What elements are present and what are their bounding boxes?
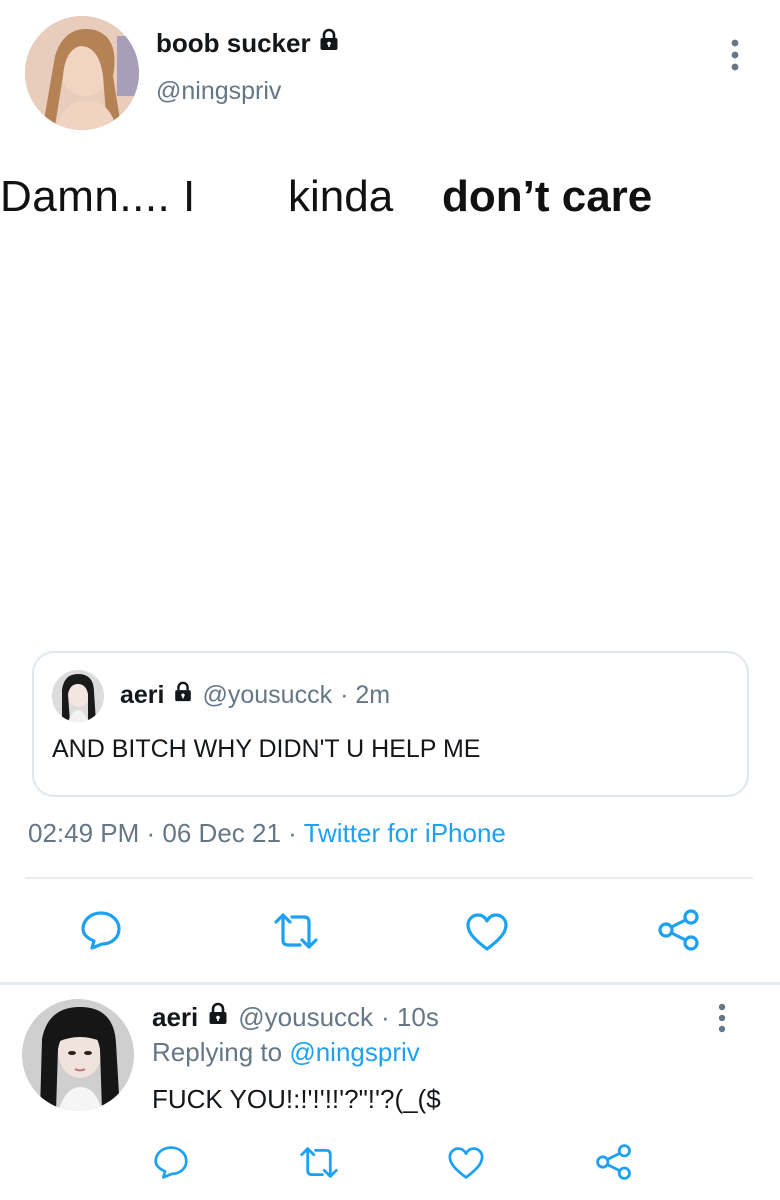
more-vertical-icon[interactable] xyxy=(725,38,745,72)
source-link[interactable]: Twitter for iPhone xyxy=(304,818,506,848)
reply-icon[interactable] xyxy=(80,910,122,950)
timestamp: 02:49 PM · 06 Dec 21 · xyxy=(28,818,304,848)
display-name[interactable]: boob sucker xyxy=(156,28,341,59)
share-icon[interactable] xyxy=(657,908,701,952)
reply-header: aeri @yousucck · 10s xyxy=(152,1002,439,1033)
reply-time: · 10s xyxy=(381,1002,439,1032)
lock-icon xyxy=(317,28,341,59)
tweet-meta: 02:49 PM · 06 Dec 21 · Twitter for iPhon… xyxy=(28,818,506,849)
reply-handle[interactable]: @yousucck xyxy=(238,1002,373,1033)
display-name-text: boob sucker xyxy=(156,28,311,58)
quoted-text: AND BITCH WHY DIDN'T U HELP ME xyxy=(52,735,481,763)
quoted-name[interactable]: aeri xyxy=(120,681,164,710)
avatar[interactable] xyxy=(25,16,139,130)
retweet-icon[interactable] xyxy=(272,912,320,950)
meme-caption-1: Damn.... I xyxy=(0,172,196,221)
reply-icon[interactable] xyxy=(153,1145,189,1179)
replying-to: Replying to @ningspriv xyxy=(152,1037,420,1068)
replying-mention[interactable]: @ningspriv xyxy=(289,1037,419,1067)
quoted-header: aeri @yousucck · 2m xyxy=(120,681,390,710)
lock-icon xyxy=(172,681,194,710)
share-icon[interactable] xyxy=(595,1143,633,1181)
handle[interactable]: @ningspriv xyxy=(156,77,281,106)
replying-prefix: Replying to xyxy=(152,1037,283,1067)
meme-image[interactable]: Damn.... I kinda don’t care xyxy=(0,150,780,635)
reply-text: FUCK YOU!:!'!'!!'?"!'?(_($ xyxy=(152,1084,441,1114)
divider xyxy=(25,877,753,879)
reply-tweet[interactable]: aeri @yousucck · 10s Replying to @ningsp… xyxy=(0,985,780,1200)
lock-icon xyxy=(206,1002,230,1033)
quoted-avatar[interactable] xyxy=(52,670,104,722)
meme-caption-2: kinda xyxy=(288,172,394,221)
quoted-handle[interactable]: @yousucck xyxy=(202,681,332,710)
like-icon[interactable] xyxy=(465,912,509,952)
like-icon[interactable] xyxy=(447,1146,485,1180)
quoted-time: · 2m xyxy=(340,681,391,709)
more-vertical-icon[interactable] xyxy=(712,1003,732,1033)
meme-caption-3: don’t care xyxy=(442,172,653,221)
avatar[interactable] xyxy=(22,999,134,1111)
retweet-icon[interactable] xyxy=(298,1146,340,1179)
reply-name[interactable]: aeri xyxy=(152,1002,198,1033)
main-tweet: boob sucker @ningspriv Damn.... I kinda … xyxy=(0,0,780,985)
meme-picture xyxy=(0,150,780,635)
quoted-tweet[interactable]: aeri @yousucck · 2m AND BITCH WHY DIDN'T… xyxy=(32,651,749,797)
